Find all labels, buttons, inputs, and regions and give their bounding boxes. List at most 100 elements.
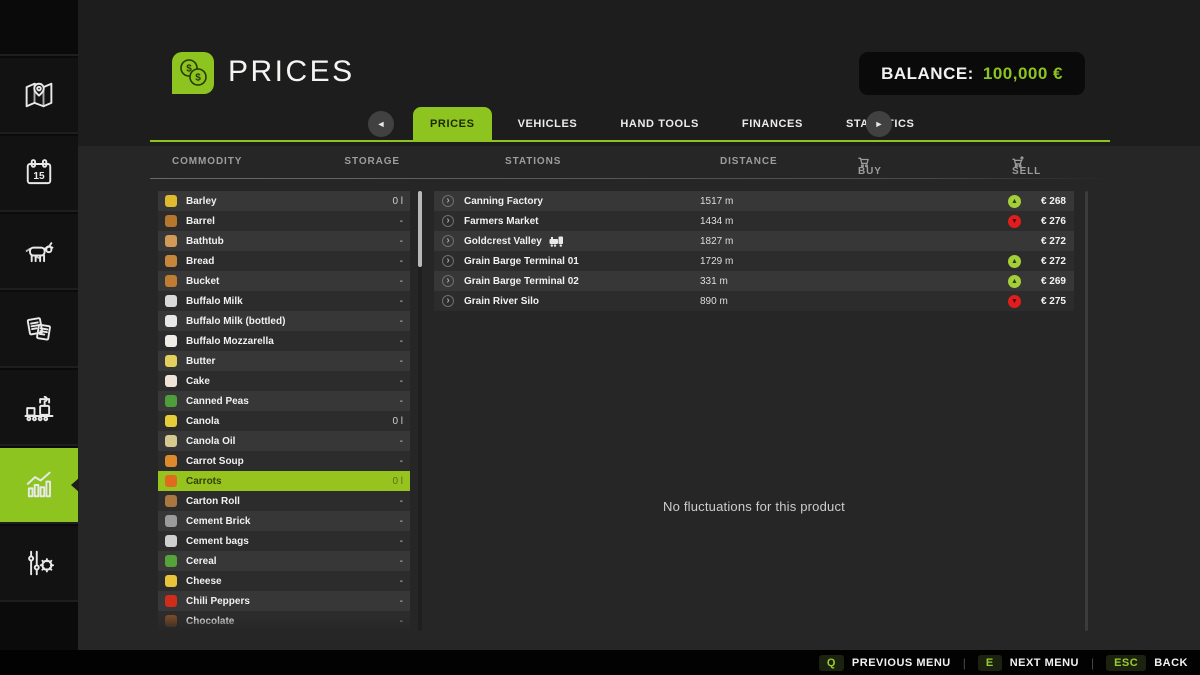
- tab-vehicles[interactable]: VEHICLES: [501, 107, 595, 140]
- storage-value: -: [399, 595, 403, 607]
- commodity-row-canola[interactable]: Canola 0 l: [158, 411, 410, 431]
- tab-hand-tools[interactable]: HAND TOOLS: [603, 107, 716, 140]
- commodity-row-bread[interactable]: Bread -: [158, 251, 410, 271]
- tabs-next-button[interactable]: ►: [866, 111, 892, 137]
- commodity-row-carrot-soup[interactable]: Carrot Soup -: [158, 451, 410, 471]
- commodity-row-chili-peppers[interactable]: Chili Peppers -: [158, 591, 410, 611]
- shortcut-key[interactable]: E: [977, 654, 1002, 671]
- commodity-row-canola-oil[interactable]: Canola Oil -: [158, 431, 410, 451]
- station-row-grain-barge-terminal-02[interactable]: › Grain Barge Terminal 02 331 m ▲ € 269: [434, 271, 1074, 291]
- storage-value: -: [399, 435, 403, 447]
- prices-panel: COMMODITY STORAGE STATIONS DISTANCE BUY …: [78, 146, 1200, 650]
- goto-station-icon[interactable]: ›: [442, 275, 454, 287]
- shortcut-previous-menu: Q PREVIOUS MENU: [818, 654, 951, 671]
- cow-icon: [25, 242, 54, 263]
- station-row-goldcrest-valley[interactable]: › Goldcrest Valley 1827 m € 272: [434, 231, 1074, 251]
- station-name: Grain River Silo: [464, 295, 540, 307]
- commodity-row-bucket[interactable]: Bucket -: [158, 271, 410, 291]
- commodity-row-carrots[interactable]: Carrots 0 l: [158, 471, 410, 491]
- commodity-row-buffalo-mozzarella[interactable]: Buffalo Mozzarella -: [158, 331, 410, 351]
- station-price: € 272: [1040, 255, 1066, 267]
- station-row-grain-river-silo[interactable]: › Grain River Silo 890 m ▼ € 275: [434, 291, 1074, 311]
- commodity-scrollbar-thumb[interactable]: [418, 191, 422, 267]
- column-distance: DISTANCE: [720, 156, 778, 167]
- svg-text:15: 15: [33, 171, 45, 182]
- column-storage: STORAGE: [344, 156, 400, 167]
- column-buy: BUY: [858, 156, 881, 177]
- commodity-row-buffalo-milk[interactable]: Buffalo Milk -: [158, 291, 410, 311]
- commodity-name: Cement bags: [186, 535, 249, 547]
- commodity-row-canned-peas[interactable]: Canned Peas -: [158, 391, 410, 411]
- tab-finances[interactable]: FINANCES: [725, 107, 820, 140]
- stations-scrollbar[interactable]: [1085, 191, 1088, 631]
- price-trend-icon: ▼: [1008, 214, 1021, 228]
- commodity-name: Buffalo Milk (bottled): [186, 315, 286, 327]
- shortcut-label: NEXT MENU: [1009, 656, 1079, 669]
- storage-value: -: [399, 375, 403, 387]
- commodity-row-barrel[interactable]: Barrel -: [158, 211, 410, 231]
- station-distance: 1827 m: [700, 235, 734, 247]
- bucket-icon: [165, 275, 177, 287]
- station-name: Grain Barge Terminal 02: [464, 275, 579, 287]
- sidebar-item-contracts[interactable]: [0, 292, 78, 368]
- price-trend-icon: ▲: [1008, 254, 1021, 268]
- commodity-name: Canola: [186, 415, 220, 427]
- sidebar-item-calendar[interactable]: 15: [0, 136, 78, 212]
- station-row-grain-barge-terminal-01[interactable]: › Grain Barge Terminal 01 1729 m ▲ € 272: [434, 251, 1074, 271]
- commodity-name: Chocolate: [186, 615, 235, 627]
- cement-brick-icon: [165, 515, 177, 527]
- page-title: PRICES: [228, 55, 355, 88]
- sidebar-item-production[interactable]: [0, 370, 78, 446]
- main-sidebar: 15: [0, 0, 79, 650]
- commodity-row-carton-roll[interactable]: Carton Roll -: [158, 491, 410, 511]
- commodity-row-cake[interactable]: Cake -: [158, 371, 410, 391]
- canola-icon: [165, 415, 177, 427]
- tab-underline: [150, 140, 1110, 142]
- commodity-row-cheese[interactable]: Cheese -: [158, 571, 410, 591]
- goto-station-icon[interactable]: ›: [442, 215, 454, 227]
- commodity-name: Canola Oil: [186, 435, 236, 447]
- cement-bags-icon: [165, 535, 177, 547]
- commodity-row-butter[interactable]: Butter -: [158, 351, 410, 371]
- prices-coins-icon: $ $: [172, 52, 214, 94]
- sidebar-item-statistics[interactable]: [0, 448, 79, 524]
- station-row-canning-factory[interactable]: › Canning Factory 1517 m ▲ € 268: [434, 191, 1074, 211]
- commodity-row-cereal[interactable]: Cereal -: [158, 551, 410, 571]
- commodity-row-cement-brick[interactable]: Cement Brick -: [158, 511, 410, 531]
- column-header-divider: [150, 178, 1110, 179]
- goto-station-icon[interactable]: ›: [442, 235, 454, 247]
- shortcut-divider: |: [1090, 655, 1095, 670]
- commodity-name: Carton Roll: [186, 495, 240, 507]
- storage-value: -: [399, 355, 403, 367]
- carton-roll-icon: [165, 495, 177, 507]
- commodity-row-buffalo-milk-bottled[interactable]: Buffalo Milk (bottled) -: [158, 311, 410, 331]
- sidebar-item-settings[interactable]: [0, 526, 78, 602]
- shortcut-key[interactable]: ESC: [1106, 654, 1147, 671]
- goto-station-icon[interactable]: ›: [442, 255, 454, 267]
- goto-station-icon[interactable]: ›: [442, 195, 454, 207]
- tab-prices[interactable]: PRICES: [413, 107, 492, 140]
- column-stations: STATIONS: [505, 156, 562, 167]
- shortcut-back: ESC BACK: [1106, 654, 1188, 671]
- sidebar-item-map[interactable]: [0, 58, 78, 134]
- header-zone: $ $ PRICES BALANCE: 100,000 € ◄ PRICES VE…: [78, 0, 1200, 146]
- commodity-scrollbar[interactable]: [418, 191, 422, 631]
- calendar-icon: 15: [26, 159, 52, 185]
- commodity-name: Carrots: [186, 475, 222, 487]
- station-row-farmers-market[interactable]: › Farmers Market 1434 m ▼ € 276: [434, 211, 1074, 231]
- commodity-row-bathtub[interactable]: Bathtub -: [158, 231, 410, 251]
- goto-station-icon[interactable]: ›: [442, 295, 454, 307]
- tabs-prev-button[interactable]: ◄: [368, 111, 394, 137]
- commodity-row-cement-bags[interactable]: Cement bags -: [158, 531, 410, 551]
- commodity-row-chocolate[interactable]: Chocolate -: [158, 611, 410, 631]
- buffalo-milk-icon: [165, 295, 177, 307]
- commodity-row-barley[interactable]: Barley 0 l: [158, 191, 410, 211]
- train-icon: [549, 236, 563, 247]
- shortcut-key[interactable]: Q: [818, 654, 844, 671]
- sidebar-item-animals[interactable]: [0, 214, 78, 290]
- commodity-name: Carrot Soup: [186, 455, 244, 467]
- production-icon: [24, 395, 54, 422]
- storage-value: 0 l: [392, 415, 403, 427]
- settings-icon: [28, 550, 55, 576]
- cheese-icon: [165, 575, 177, 587]
